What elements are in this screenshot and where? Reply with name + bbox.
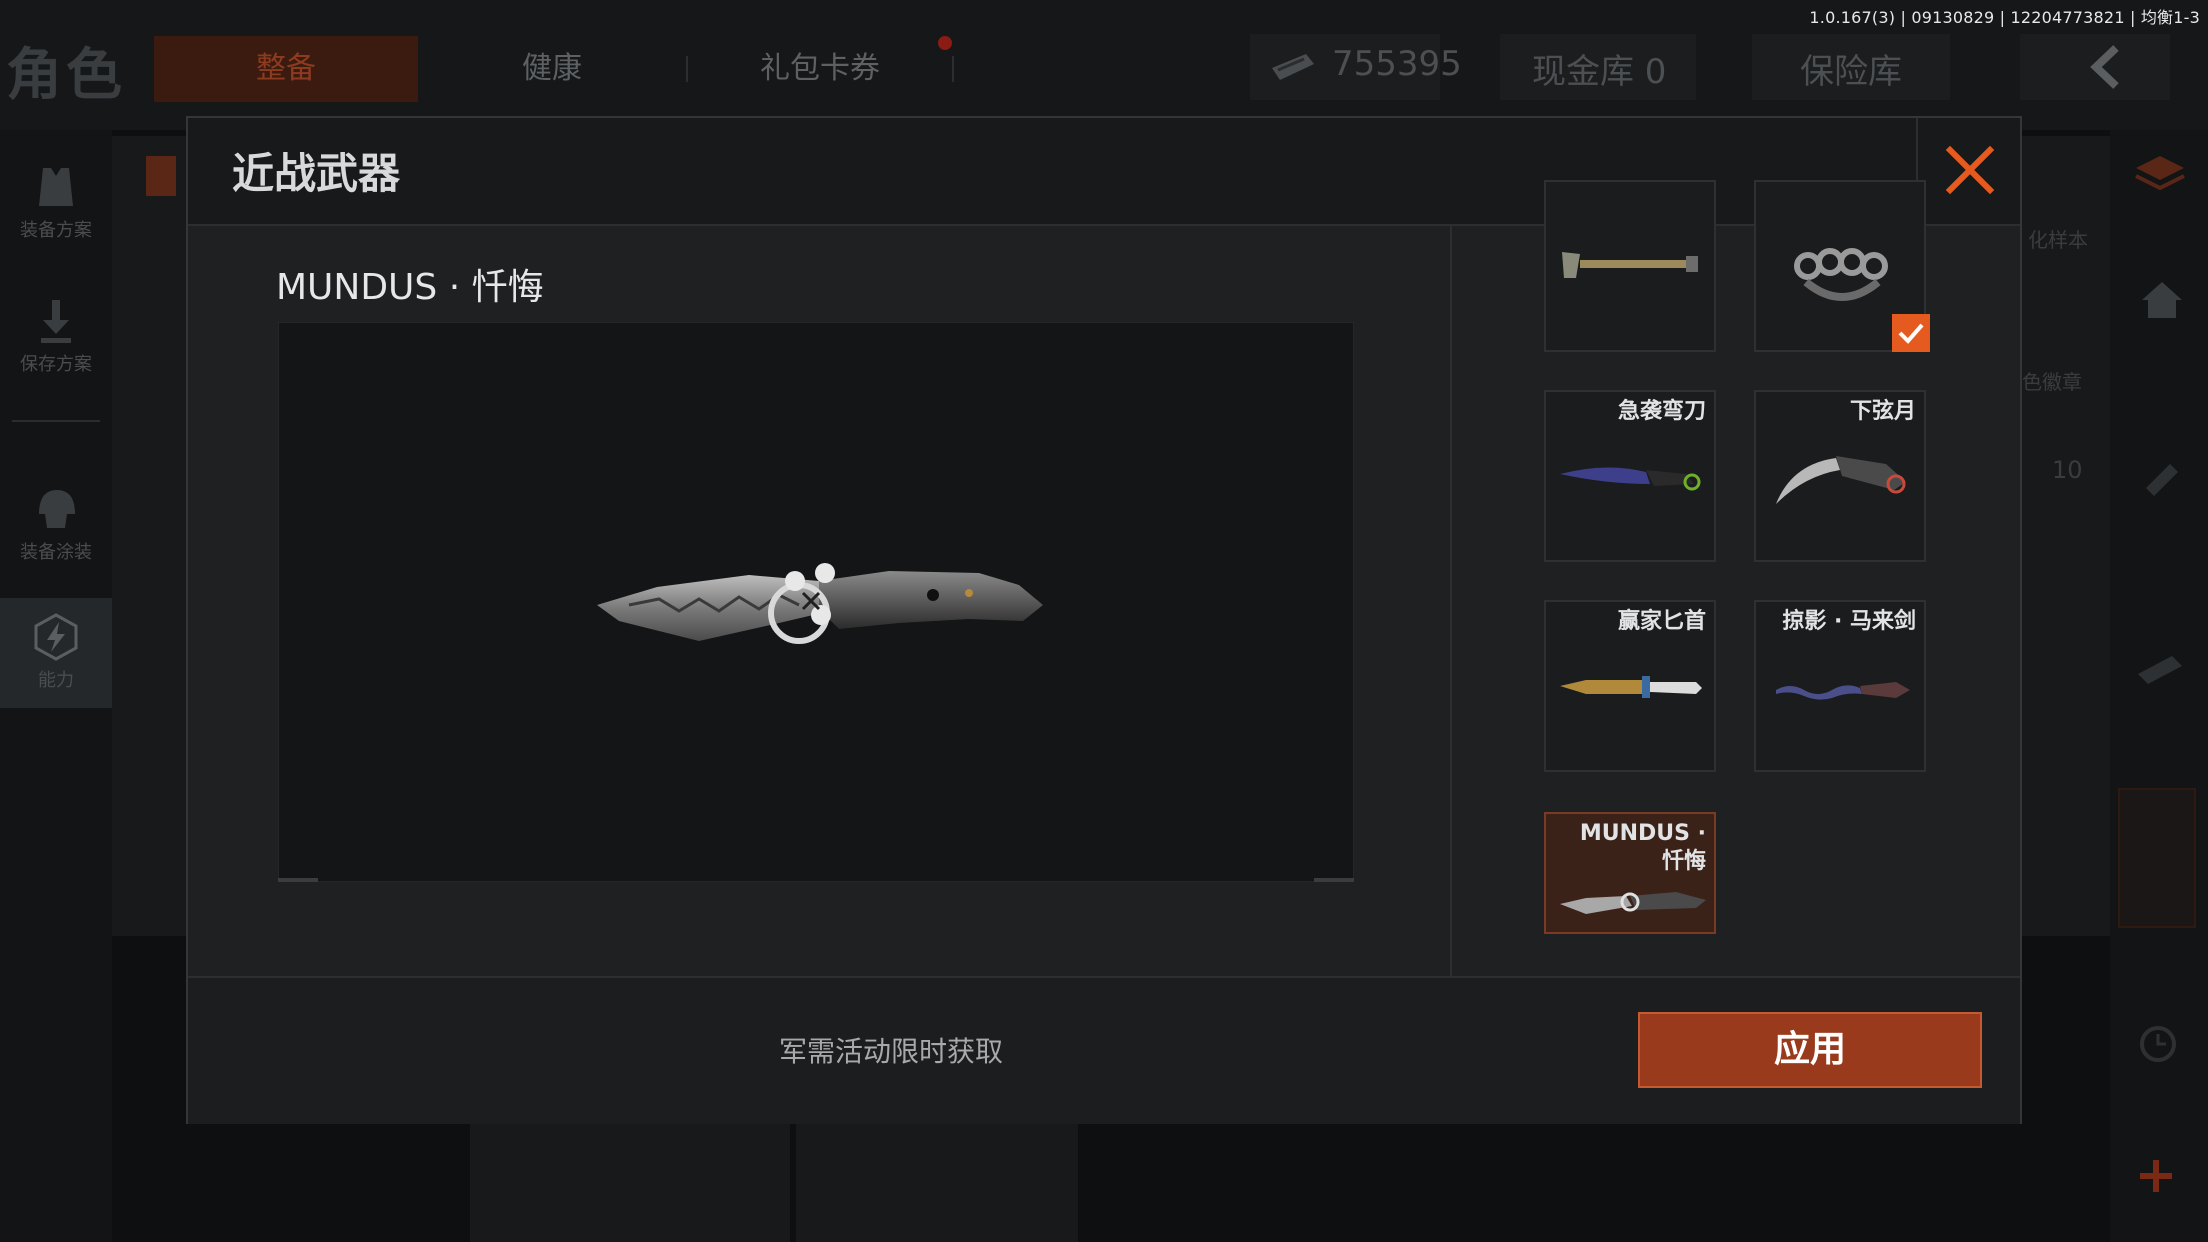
shovel-icon xyxy=(1562,252,1698,278)
weapon-item-waning-moon[interactable]: 下弦月 xyxy=(1754,390,1926,562)
mundus-knife-icon xyxy=(1560,892,1706,914)
tab-health[interactable]: 健康 xyxy=(420,36,684,102)
wrench-icon[interactable] xyxy=(2140,458,2184,506)
lightning-icon xyxy=(31,612,81,662)
cash-icon xyxy=(1268,50,1318,88)
helmet-slot[interactable] xyxy=(2118,788,2196,928)
tab-gift-coupons[interactable]: 礼包卡券 xyxy=(688,36,952,102)
rail-item-label: 能力 xyxy=(38,670,74,691)
weapon-item-winner-dagger[interactable]: 赢家匕首 xyxy=(1544,600,1716,772)
rail-divider xyxy=(12,420,100,422)
dagger-icon xyxy=(1560,676,1702,698)
equipped-check-icon xyxy=(1892,314,1930,352)
back-button[interactable] xyxy=(2020,34,2170,100)
rail-item-ability[interactable]: 能力 xyxy=(0,598,112,708)
acquisition-hint: 军需活动限时获取 xyxy=(778,1035,1003,1068)
tab-divider xyxy=(952,56,954,82)
rail-item-save-plan[interactable]: 保存方案 xyxy=(0,282,112,392)
weapon-item-raid-machete[interactable]: 急袭弯刀 xyxy=(1544,390,1716,562)
background-label: 色徽章 xyxy=(2022,370,2082,394)
rail-item-equipment-skin[interactable]: 装备涂装 xyxy=(0,470,112,580)
background-panel xyxy=(112,136,188,936)
version-info: 1.0.167(3) | 09130829 | 12204773821 | 均衡… xyxy=(1809,8,2200,27)
cash-vault-label: 现金库 0 xyxy=(1532,52,1667,92)
background-value: 10 xyxy=(2052,456,2083,484)
karambit-icon xyxy=(1776,456,1906,504)
download-icon xyxy=(31,296,81,346)
page-title: 角色 xyxy=(6,43,126,108)
curved-blade-icon xyxy=(1560,467,1701,491)
weapon-item-kris-sword[interactable]: 掠影 · 马来剑 xyxy=(1754,600,1926,772)
background-slot xyxy=(470,1124,790,1242)
plus-icon[interactable] xyxy=(2136,1156,2176,1200)
notification-dot xyxy=(938,36,952,50)
rail-item-label: 装备涂装 xyxy=(20,542,92,563)
close-icon xyxy=(1945,145,1995,195)
weapon-preview[interactable] xyxy=(278,322,1354,882)
rail-item-equipment-plan[interactable]: 装备方案 xyxy=(0,148,112,258)
kris-sword-icon xyxy=(1776,682,1910,700)
background-slot xyxy=(796,1124,1078,1242)
clock-icon[interactable] xyxy=(2138,1024,2178,1068)
rail-item-label: 保存方案 xyxy=(20,354,92,375)
modal-header xyxy=(188,118,2020,226)
safe-box-label: 保险库 xyxy=(1800,52,1902,92)
helmet-icon xyxy=(31,484,81,534)
armor-vest-icon xyxy=(31,162,81,212)
background-panel xyxy=(2022,136,2110,936)
preview-corner xyxy=(278,878,318,882)
rail-item-label: 装备方案 xyxy=(20,220,92,241)
tab-equipment[interactable]: 整备 xyxy=(154,36,418,102)
vest-slot-icon xyxy=(146,156,176,196)
close-button[interactable] xyxy=(1916,118,2022,224)
ammo-icon[interactable] xyxy=(2132,650,2188,694)
weapon-item-mundus-confession[interactable]: MUNDUS · 忏悔 xyxy=(1544,812,1716,934)
home-icon[interactable] xyxy=(2138,278,2186,326)
modal-title: 近战武器 xyxy=(232,149,401,198)
background-label: 化样本 xyxy=(2028,228,2088,252)
preview-corner xyxy=(1314,878,1354,882)
currency-amount: 755395 xyxy=(1332,44,1462,84)
skin-stack-icon[interactable] xyxy=(2132,150,2188,200)
apply-button[interactable]: 应用 xyxy=(1638,1012,1982,1088)
weapon-item-shovel[interactable] xyxy=(1544,180,1716,352)
back-arrow-icon xyxy=(2090,45,2119,89)
selected-weapon-name: MUNDUS · 忏悔 xyxy=(276,267,544,308)
panel-divider xyxy=(1450,226,1452,976)
mundus-knife-icon xyxy=(597,563,1043,644)
